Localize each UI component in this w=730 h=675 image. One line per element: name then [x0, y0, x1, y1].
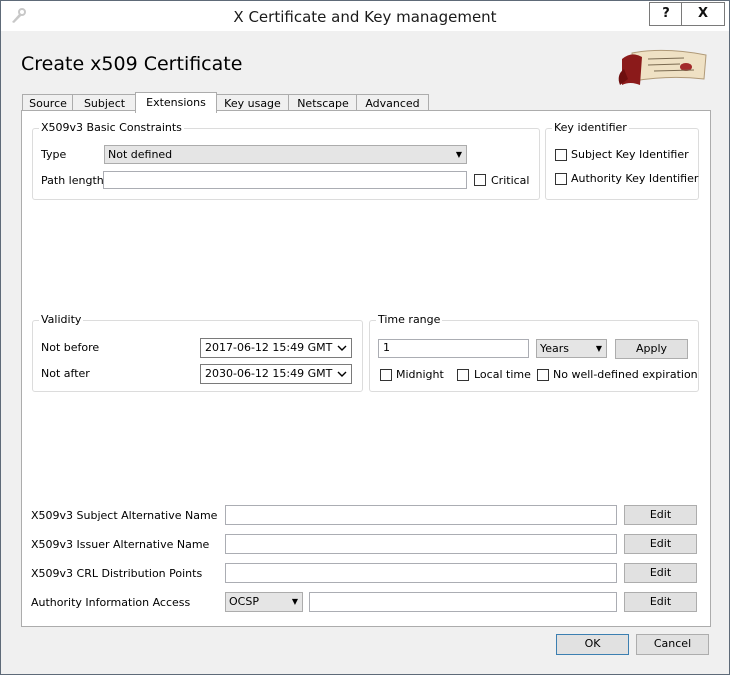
time-range-unit-select[interactable]: Years ▼	[536, 339, 607, 358]
subject-key-identifier-checkbox[interactable]	[555, 149, 567, 161]
cancel-button[interactable]: Cancel	[636, 634, 709, 655]
dialog-window: X Certificate and Key management ? X Cre…	[0, 0, 730, 675]
not-after-value: 2030-06-12 15:49 GMT	[205, 367, 333, 380]
crl-label: X509v3 CRL Distribution Points	[31, 567, 203, 580]
time-range-group: Time range 1 Years ▼ Apply Midnight Loca…	[369, 313, 699, 392]
time-range-amount-input[interactable]: 1	[378, 339, 529, 358]
dialog-client: Create x509 Certificate Source Subject E…	[9, 31, 721, 667]
subject-key-identifier-label: Subject Key Identifier	[571, 148, 689, 161]
combo-arrow-icon: ▼	[291, 597, 298, 606]
not-after-label: Not after	[41, 367, 90, 380]
key-identifier-title: Key identifier	[552, 121, 629, 134]
type-value: Not defined	[108, 148, 173, 161]
midnight-checkbox[interactable]	[380, 369, 392, 381]
local-time-label: Local time	[474, 368, 531, 381]
san-input[interactable]	[225, 505, 617, 525]
not-before-value: 2017-06-12 15:49 GMT	[205, 341, 333, 354]
combo-arrow-icon: ▼	[595, 344, 602, 353]
not-before-datetime[interactable]: 2017-06-12 15:49 GMT	[200, 338, 352, 358]
not-before-label: Not before	[41, 341, 100, 354]
key-identifier-group: Key identifier Subject Key Identifier Au…	[545, 121, 699, 200]
aia-label: Authority Information Access	[31, 596, 191, 609]
help-button[interactable]: ?	[649, 2, 683, 26]
basic-constraints-title: X509v3 Basic Constraints	[39, 121, 184, 134]
logo-scroll-icon	[618, 49, 707, 85]
crl-edit-button[interactable]: Edit	[624, 563, 697, 583]
aia-method-value: OCSP	[229, 595, 259, 608]
ian-label: X509v3 Issuer Alternative Name	[31, 538, 210, 551]
aia-method-select[interactable]: OCSP ▼	[225, 592, 303, 612]
tab-extensions[interactable]: Extensions	[135, 92, 217, 113]
time-range-title: Time range	[376, 313, 443, 326]
ok-button[interactable]: OK	[556, 634, 629, 655]
aia-edit-button[interactable]: Edit	[624, 592, 697, 612]
type-select[interactable]: Not defined ▼	[104, 145, 467, 164]
basic-constraints-group: X509v3 Basic Constraints Type Not define…	[32, 121, 540, 200]
crl-input[interactable]	[225, 563, 617, 583]
type-label: Type	[41, 148, 67, 161]
close-button[interactable]: X	[681, 2, 725, 26]
path-length-input[interactable]	[103, 171, 467, 189]
chevron-down-icon	[337, 371, 347, 377]
critical-label: Critical	[491, 174, 530, 187]
validity-group: Validity Not before 2017-06-12 15:49 GMT…	[32, 313, 363, 392]
authority-key-identifier-checkbox[interactable]	[555, 173, 567, 185]
window-title: X Certificate and Key management	[233, 8, 497, 26]
san-label: X509v3 Subject Alternative Name	[31, 509, 218, 522]
page-title: Create x509 Certificate	[21, 53, 243, 75]
local-time-checkbox[interactable]	[457, 369, 469, 381]
ian-edit-button[interactable]: Edit	[624, 534, 697, 554]
title-bar[interactable]: X Certificate and Key management ? X	[1, 1, 729, 31]
time-range-unit-value: Years	[540, 342, 570, 355]
no-expiration-label: No well-defined expiration	[553, 368, 698, 381]
extensions-panel: X509v3 Basic Constraints Type Not define…	[21, 110, 711, 627]
no-expiration-checkbox[interactable]	[537, 369, 549, 381]
not-after-datetime[interactable]: 2030-06-12 15:49 GMT	[200, 364, 352, 384]
aia-input[interactable]	[309, 592, 617, 612]
combo-arrow-icon: ▼	[455, 150, 462, 159]
validity-title: Validity	[39, 313, 84, 326]
apply-button[interactable]: Apply	[615, 339, 688, 359]
authority-key-identifier-label: Authority Key Identifier	[571, 172, 699, 185]
path-length-label: Path length	[41, 174, 104, 187]
close-icon: X	[697, 6, 709, 21]
chevron-down-icon	[337, 345, 347, 351]
ian-input[interactable]	[225, 534, 617, 554]
midnight-label: Midnight	[396, 368, 444, 381]
san-edit-button[interactable]: Edit	[624, 505, 697, 525]
critical-checkbox[interactable]	[474, 174, 486, 186]
help-icon: ?	[662, 6, 670, 21]
